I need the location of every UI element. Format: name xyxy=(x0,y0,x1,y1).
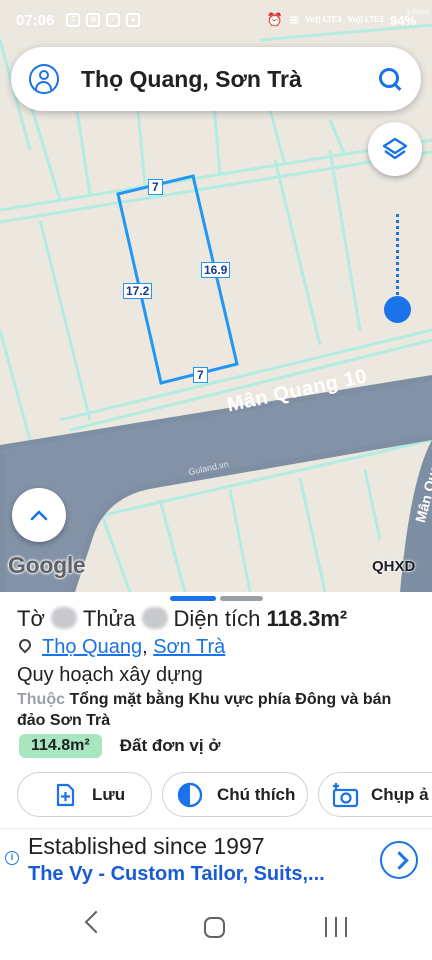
recents-icon[interactable] xyxy=(325,917,347,937)
ad-arrow-icon[interactable] xyxy=(380,841,418,879)
zalo-icon: Z xyxy=(66,13,81,27)
sheet-handle[interactable] xyxy=(170,596,263,601)
search-query[interactable]: Thọ Quang, Sơn Trà xyxy=(81,66,377,93)
capture-label: Chụp ả xyxy=(371,784,429,804)
zoning-area-badge: 114.8m² xyxy=(19,734,102,758)
parcel-title: Tờ Thửa Diện tích 118.3m² xyxy=(17,606,347,632)
image-icon: ▲ xyxy=(126,13,141,27)
camera-add-icon xyxy=(331,782,359,808)
parcel-label-left: 17.2 xyxy=(123,283,153,299)
plan-label: Thuộc xyxy=(17,691,65,708)
home-icon[interactable] xyxy=(204,917,225,938)
location-separator: , xyxy=(142,636,148,658)
location-pin-icon xyxy=(18,639,32,657)
title-middle: Thửa xyxy=(82,606,136,631)
google-logo: Google xyxy=(8,552,86,578)
title-suffix: Diện tích xyxy=(173,606,261,631)
redacted-sheet-number xyxy=(50,607,77,629)
back-icon[interactable] xyxy=(84,910,108,934)
location-row: Thọ Quang, Sơn Trà xyxy=(18,636,225,659)
alarm-icon: ⏰ xyxy=(266,12,283,27)
parcel-label-bottom: 7 xyxy=(193,367,208,383)
ad-subline[interactable]: The Vy - Custom Tailor, Suits,... xyxy=(28,863,325,886)
legend-label: Chú thích xyxy=(217,784,296,804)
overlay-tag: QHXD xyxy=(372,558,416,575)
account-icon[interactable] xyxy=(29,64,59,94)
battery-percent: 94% xyxy=(389,12,416,28)
ward-link[interactable]: Thọ Quang xyxy=(42,636,142,659)
search-icon[interactable] xyxy=(377,66,403,92)
opacity-slider-knob[interactable] xyxy=(384,296,411,323)
zoning-row: 114.8m² Đất đơn vị ở xyxy=(19,734,220,758)
plan-title: Quy hoạch xây dựng xyxy=(17,664,203,686)
plan-description: Thuộc Tổng mặt bằng Khu vực phía Đông và… xyxy=(17,689,417,731)
zoning-type: Đất đơn vị ở xyxy=(119,736,221,755)
title-prefix: Tờ xyxy=(17,606,45,631)
sim2-signal: Vo)) LTE2 xyxy=(347,15,384,24)
check-icon: ✓ xyxy=(106,13,121,27)
navigation-bar xyxy=(0,892,432,960)
wifi-icon: ≋ xyxy=(288,12,300,27)
status-bar: 07:06 Z ▦ ✓ ▲ ⏰ ≋ Vo)) LTE1 Vo)) LTE2 94… xyxy=(0,0,432,40)
opacity-slider-track[interactable] xyxy=(396,214,399,306)
district-link[interactable]: Sơn Trà xyxy=(153,636,225,659)
save-label: Lưu xyxy=(92,784,126,804)
ad-headline[interactable]: Established since 1997 xyxy=(28,833,265,860)
contrast-icon xyxy=(177,782,203,808)
action-buttons: Lưu Chú thích Chụp ả xyxy=(17,772,432,820)
expand-up-button[interactable] xyxy=(12,488,66,542)
save-button[interactable]: Lưu xyxy=(17,772,152,817)
redacted-parcel-number xyxy=(141,607,168,629)
chevron-up-icon xyxy=(30,510,48,521)
gallery-icon: ▦ xyxy=(86,13,101,27)
capture-button[interactable]: Chụp ả xyxy=(318,772,432,817)
map-view[interactable]: 7 17.2 16.9 7 Mân Quang 10 Mân Qua Gulan… xyxy=(0,0,432,592)
ad-info-icon[interactable]: i xyxy=(5,851,19,865)
ad-banner[interactable]: i Established since 1997 The Vy - Custom… xyxy=(0,828,432,890)
layers-button[interactable] xyxy=(368,122,422,176)
parcel-label-top: 7 xyxy=(148,179,163,195)
add-bookmark-icon xyxy=(52,782,78,808)
sim1-signal: Vo)) LTE1 xyxy=(305,15,342,24)
plan-text: Tổng mặt bằng Khu vực phía Đông và bán đ… xyxy=(17,691,392,729)
search-bar[interactable]: Thọ Quang, Sơn Trà xyxy=(11,47,421,111)
layers-icon xyxy=(382,137,408,160)
parcel-label-right: 16.9 xyxy=(201,262,231,278)
parcel-area: 118.3m² xyxy=(266,606,348,631)
parcel-info-sheet[interactable]: Tờ Thửa Diện tích 118.3m² Thọ Quang, Sơn T… xyxy=(0,592,432,892)
status-time: 07:06 xyxy=(16,11,55,29)
legend-button[interactable]: Chú thích xyxy=(162,772,308,817)
